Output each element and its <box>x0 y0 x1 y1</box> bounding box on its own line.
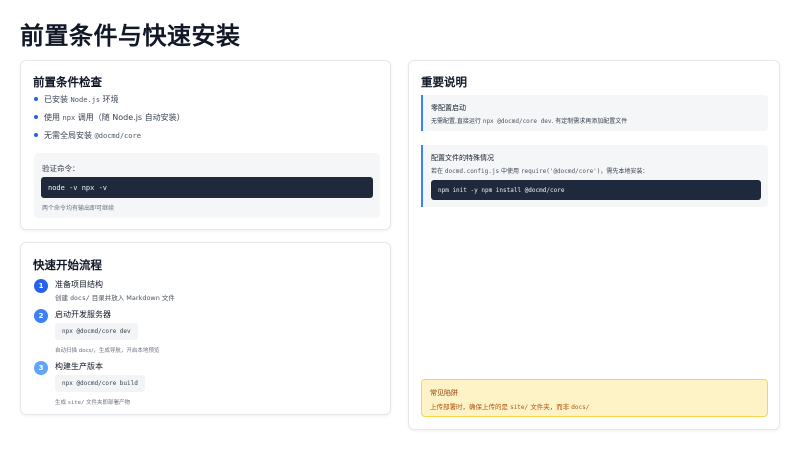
pitfall-box: 常见陷阱 上传部署时，确保上传的是 site/ 文件夹，而非 docs/ <box>421 379 768 417</box>
prereq-list: 已安装 Node.js 环境 使用 npx 调用（随 Node.js 自动安装）… <box>34 95 185 149</box>
step-code[interactable]: npx @docmd/core dev <box>55 323 138 340</box>
verify-label: 验证命令： <box>42 164 80 173</box>
pitfall-title: 常见陷阱 <box>430 389 458 397</box>
verify-box: 验证命令： node -v npx -v 两个命令均有输出即可继续 <box>34 153 380 218</box>
step-number-badge: 3 <box>34 361 48 375</box>
bullet-dot <box>34 115 38 119</box>
step-note: 自动扫描 docs/，生成导航，开启本地预览 <box>55 348 160 354</box>
step-title: 准备项目结构 <box>55 280 103 289</box>
verify-code-block[interactable]: node -v npx -v <box>41 177 373 198</box>
prereq-title: 前置条件检查 <box>33 75 102 89</box>
note-config-case: 配置文件的特殊情况 若在 docmd.config.js 中使用 require… <box>421 145 768 207</box>
notes-title: 重要说明 <box>421 75 467 89</box>
quickstart-card: 快速开始流程 1 准备项目结构 创建 docs/ 目录并放入 Markdown … <box>20 242 391 415</box>
note-title: 配置文件的特殊情况 <box>431 154 494 162</box>
bullet-dot <box>34 97 38 101</box>
step-number-badge: 1 <box>34 279 48 293</box>
quickstart-title: 快速开始流程 <box>33 258 102 272</box>
page-title: 前置条件与快速安装 <box>20 22 241 50</box>
note-text: 若在 docmd.config.js 中使用 require('@docmd/c… <box>431 168 649 175</box>
notes-card: 重要说明 零配置启动 无需配置,直接运行 npx @docmd/core dev… <box>408 60 780 430</box>
note-text: 无需配置,直接运行 npx @docmd/core dev. 有定制需求再添加配… <box>431 118 628 125</box>
step-title: 构建生产版本 <box>55 362 103 371</box>
pitfall-text: 上传部署时，确保上传的是 site/ 文件夹，而非 docs/ <box>430 403 590 411</box>
step-title: 启动开发服务器 <box>55 310 111 319</box>
list-item: 无需全局安装 @docmd/core <box>34 131 185 149</box>
bullet-dot <box>34 133 38 137</box>
note-title: 零配置启动 <box>431 104 466 112</box>
install-code-block[interactable]: npm init -y npm install @docmd/core <box>431 180 761 200</box>
step-number-badge: 2 <box>34 309 48 323</box>
list-item: 已安装 Node.js 环境 <box>34 95 185 113</box>
note-zero-config: 零配置启动 无需配置,直接运行 npx @docmd/core dev. 有定制… <box>421 95 768 131</box>
step-note: 生成 site/ 文件夹即部署产物 <box>55 400 131 406</box>
step-code[interactable]: npx @docmd/core build <box>55 375 145 392</box>
verify-note: 两个命令均有输出即可继续 <box>42 205 115 212</box>
prereq-card: 前置条件检查 已安装 Node.js 环境 使用 npx 调用（随 Node.j… <box>20 60 391 230</box>
step-desc: 创建 docs/ 目录并放入 Markdown 文件 <box>55 294 175 302</box>
list-item: 使用 npx 调用（随 Node.js 自动安装） <box>34 113 185 131</box>
